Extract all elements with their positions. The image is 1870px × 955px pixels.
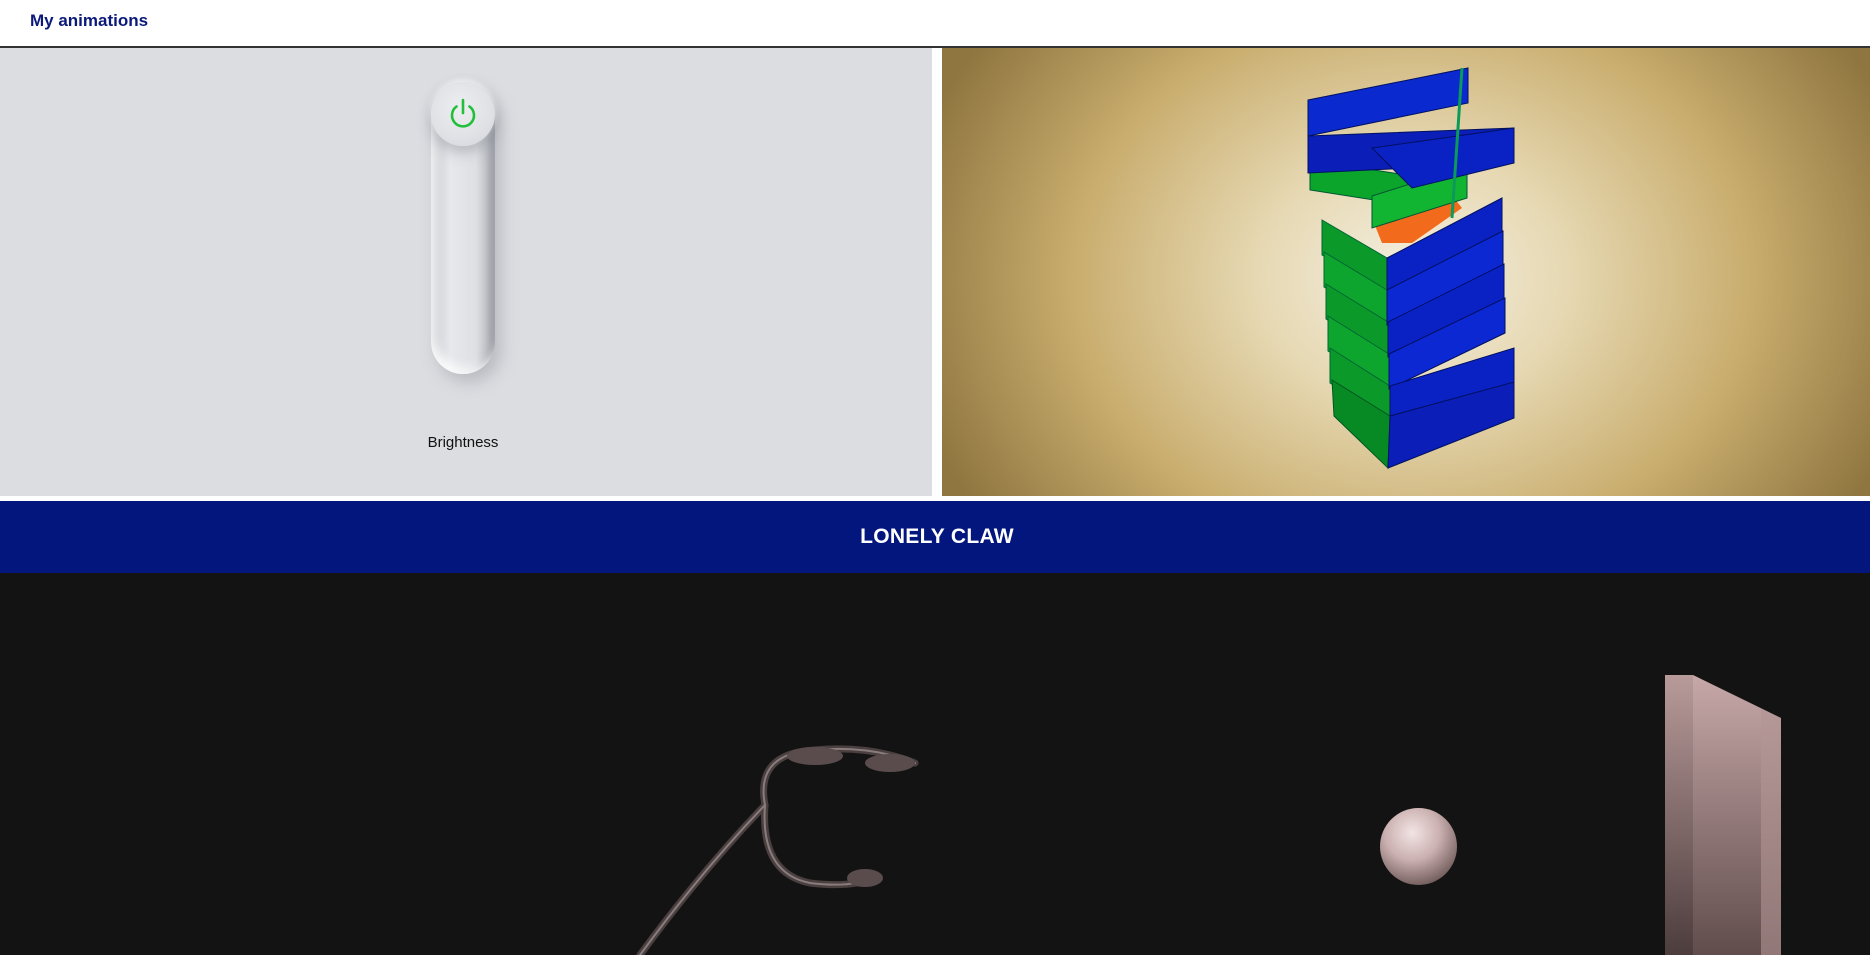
page-title: My animations	[30, 11, 149, 30]
pink-wall	[1665, 675, 1781, 955]
banner-title: LONELY CLAW	[860, 525, 1014, 548]
green-face-stack	[1321, 219, 1391, 470]
top-navigation-bar: My animations	[0, 0, 1870, 48]
power-icon	[450, 98, 476, 128]
brightness-panel: Brightness	[0, 48, 932, 496]
lonely-claw-banner: LONELY CLAW	[0, 501, 1870, 573]
claw-graphic	[636, 745, 919, 955]
cube-tower-animation	[942, 48, 1870, 496]
cube-tower-graphic	[1307, 67, 1515, 470]
lonely-claw-scene	[0, 573, 1870, 955]
blue-top-slab	[1307, 67, 1469, 137]
brightness-label: Brightness	[427, 434, 499, 451]
panel-divider	[932, 48, 942, 496]
pink-sphere	[1380, 808, 1457, 885]
brightness-slider-knob[interactable]	[431, 82, 495, 146]
